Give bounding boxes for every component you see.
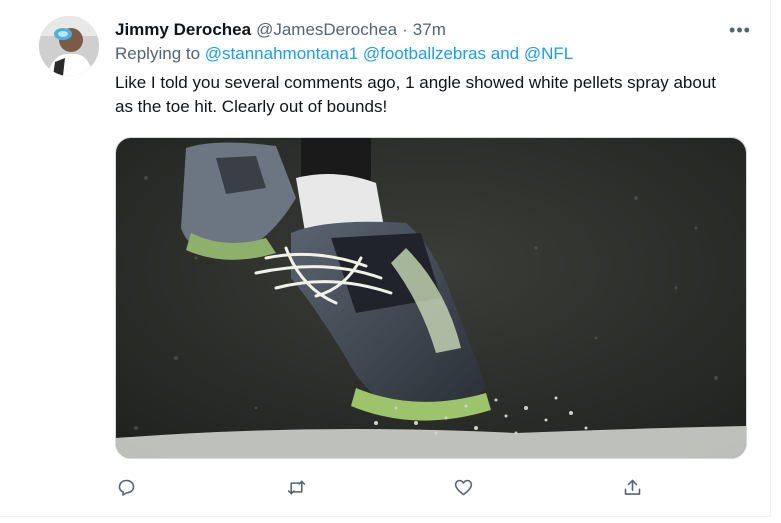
- tweet-header: Jimmy Derochea @JamesDerochea · 37m •••: [115, 18, 752, 42]
- retweet-icon: [287, 480, 305, 494]
- tweet-time[interactable]: 37m: [413, 20, 446, 40]
- tweet[interactable]: Jimmy Derochea @JamesDerochea · 37m ••• …: [0, 0, 771, 517]
- tweet-action-bar: [115, 472, 655, 502]
- cleat-photo: [116, 138, 746, 458]
- mention-and[interactable]: and: [491, 44, 519, 63]
- tweet-media-photo[interactable]: [115, 137, 747, 459]
- replying-to-line: Replying to @stannahmontana1 @footballze…: [115, 44, 573, 64]
- mention-link[interactable]: @footballzebras: [363, 44, 486, 63]
- reply-button[interactable]: [111, 472, 141, 502]
- author-name[interactable]: Jimmy Derochea: [115, 20, 251, 40]
- like-button[interactable]: [448, 472, 478, 502]
- avatar[interactable]: [39, 16, 99, 76]
- tweet-text: Like I told you several comments ago, 1 …: [115, 73, 717, 116]
- mention-link[interactable]: @NFL: [524, 44, 573, 63]
- retweet-button[interactable]: [281, 472, 311, 502]
- replying-to-label: Replying to: [115, 44, 201, 63]
- mention-link[interactable]: @stannahmontana1: [205, 44, 358, 63]
- comment-icon: [118, 479, 134, 496]
- more-options-icon[interactable]: •••: [728, 18, 752, 42]
- separator-dot: ·: [402, 20, 408, 39]
- author-handle[interactable]: @JamesDerochea: [256, 20, 397, 40]
- share-button[interactable]: [617, 472, 647, 502]
- heart-icon: [454, 479, 472, 495]
- share-icon: [624, 479, 640, 495]
- avatar-image: [39, 16, 99, 76]
